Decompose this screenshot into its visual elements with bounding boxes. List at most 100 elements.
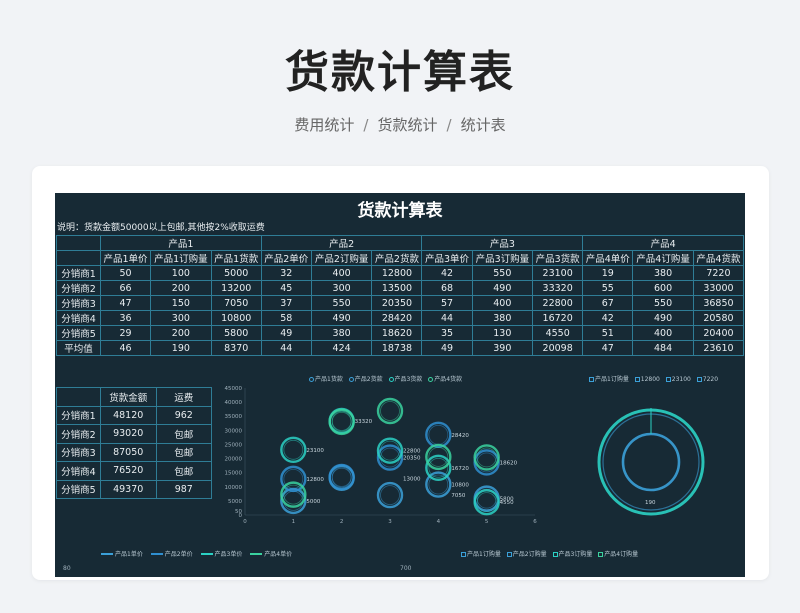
- table-cell[interactable]: 23100: [532, 265, 584, 281]
- table-cell[interactable]: 32: [260, 265, 312, 281]
- table-cell[interactable]: 13500: [371, 280, 423, 296]
- table-cell[interactable]: 49: [421, 340, 473, 356]
- column-header: 产品2订购量: [310, 250, 373, 266]
- table-cell[interactable]: 29: [99, 325, 152, 341]
- data-label: 10800: [451, 483, 469, 489]
- table-cell[interactable]: 18620: [371, 325, 423, 341]
- table-cell[interactable]: 20350: [371, 295, 423, 311]
- table-cell[interactable]: 962: [155, 405, 213, 425]
- table-cell[interactable]: 490: [310, 310, 373, 326]
- table-cell[interactable]: 58: [260, 310, 312, 326]
- table-cell[interactable]: 23610: [692, 340, 745, 356]
- table-cell[interactable]: 51: [582, 325, 634, 341]
- table-cell[interactable]: 68: [421, 280, 473, 296]
- table-cell[interactable]: 20400: [692, 325, 745, 341]
- table-cell[interactable]: 130: [471, 325, 534, 341]
- table-cell[interactable]: 380: [471, 310, 534, 326]
- table-cell[interactable]: 55: [582, 280, 634, 296]
- table-cell[interactable]: 18738: [371, 340, 423, 356]
- table-cell[interactable]: 93020: [99, 424, 157, 444]
- data-label: 33320: [355, 419, 373, 425]
- table-cell[interactable]: 28420: [371, 310, 423, 326]
- table-cell[interactable]: 550: [632, 295, 694, 311]
- table-cell[interactable]: 50: [99, 265, 152, 281]
- table-cell[interactable]: 10800: [210, 310, 262, 326]
- table-cell[interactable]: 35: [421, 325, 473, 341]
- table-cell[interactable]: 4550: [532, 325, 584, 341]
- donut-chart-panel: 产品1订购量 12800 23100 7220 190: [555, 370, 745, 540]
- table-cell[interactable]: 390: [471, 340, 534, 356]
- table-cell[interactable]: 550: [471, 265, 534, 281]
- x-tick-label: 2: [340, 519, 344, 525]
- page-title: 货款计算表: [285, 47, 515, 98]
- row-label: 分销商3: [56, 442, 101, 462]
- table-cell[interactable]: 987: [155, 479, 213, 499]
- breadcrumb-item-stats[interactable]: 统计表: [461, 116, 506, 134]
- table-cell[interactable]: 8370: [210, 340, 262, 356]
- table-cell[interactable]: 150: [150, 295, 212, 311]
- table-cell[interactable]: 57: [421, 295, 473, 311]
- breadcrumb-item-fee[interactable]: 费用统计: [294, 116, 354, 134]
- table-cell[interactable]: 7050: [210, 295, 262, 311]
- table-cell[interactable]: 42: [582, 310, 634, 326]
- table-cell[interactable]: 45: [260, 280, 312, 296]
- table-cell[interactable]: 5000: [210, 265, 262, 281]
- table-cell[interactable]: 550: [310, 295, 373, 311]
- table-cell[interactable]: 200: [150, 280, 212, 296]
- table-cell[interactable]: 包邮: [155, 461, 213, 481]
- table-cell[interactable]: 76520: [99, 461, 157, 481]
- legend-line: [250, 553, 263, 555]
- table-cell[interactable]: 490: [632, 310, 694, 326]
- table-cell[interactable]: 47: [582, 340, 634, 356]
- table-cell[interactable]: 33000: [692, 280, 745, 296]
- table-cell[interactable]: 66: [99, 280, 152, 296]
- table-cell[interactable]: 20580: [692, 310, 745, 326]
- table-cell[interactable]: 16720: [532, 310, 584, 326]
- legend-line: [200, 553, 213, 555]
- table-cell[interactable]: 47: [99, 295, 152, 311]
- table-cell[interactable]: 100: [150, 265, 212, 281]
- table-cell[interactable]: 380: [310, 325, 373, 341]
- table-cell[interactable]: 5800: [210, 325, 262, 341]
- table-cell[interactable]: 42: [421, 265, 473, 281]
- column-header: 产品4单价: [582, 250, 634, 266]
- table-row: 分销商3 47 150 7050 37 550 20350 57 400 22800 67 550 36…: [56, 295, 745, 311]
- bubble-chart: 0505000100001500020000250003000035000400…: [225, 386, 538, 525]
- table-cell[interactable]: 48120: [99, 405, 157, 425]
- table-cell[interactable]: 67: [582, 295, 634, 311]
- table-cell[interactable]: 600: [632, 280, 694, 296]
- table-cell[interactable]: 400: [471, 295, 534, 311]
- table-cell[interactable]: 22800: [532, 295, 584, 311]
- table-cell[interactable]: 400: [310, 265, 373, 281]
- table-cell[interactable]: 36850: [692, 295, 745, 311]
- table-cell[interactable]: 424: [310, 340, 373, 356]
- table-cell[interactable]: 400: [632, 325, 694, 341]
- table-cell[interactable]: 490: [471, 280, 534, 296]
- order-qty-legend: 产品1订购量 产品2订购量 产品3订购量 产品4订购量: [457, 549, 638, 558]
- table-cell[interactable]: 37: [260, 295, 312, 311]
- table-cell[interactable]: 12800: [371, 265, 423, 281]
- table-cell[interactable]: 20098: [532, 340, 584, 356]
- table-cell[interactable]: 46: [99, 340, 152, 356]
- breadcrumb-item-payment[interactable]: 货款统计: [377, 116, 437, 134]
- table-cell[interactable]: 36: [99, 310, 152, 326]
- table-cell[interactable]: 包邮: [155, 442, 213, 462]
- data-label: 20350: [403, 456, 421, 462]
- table-cell[interactable]: 7220: [692, 265, 745, 281]
- table-cell[interactable]: 87050: [99, 442, 157, 462]
- table-cell[interactable]: 200: [150, 325, 212, 341]
- table-cell[interactable]: 190: [150, 340, 212, 356]
- table-cell[interactable]: 300: [310, 280, 373, 296]
- table-cell[interactable]: 484: [632, 340, 694, 356]
- table-cell[interactable]: 19: [582, 265, 634, 281]
- table-cell[interactable]: 300: [150, 310, 212, 326]
- legend-marker: [506, 552, 512, 557]
- table-cell[interactable]: 44: [260, 340, 312, 356]
- table-cell[interactable]: 49: [260, 325, 312, 341]
- table-cell[interactable]: 33320: [532, 280, 584, 296]
- table-cell[interactable]: 44: [421, 310, 473, 326]
- table-cell[interactable]: 包邮: [155, 424, 213, 444]
- table-cell[interactable]: 380: [632, 265, 694, 281]
- table-cell[interactable]: 13200: [210, 280, 262, 296]
- table-cell[interactable]: 49370: [99, 479, 157, 499]
